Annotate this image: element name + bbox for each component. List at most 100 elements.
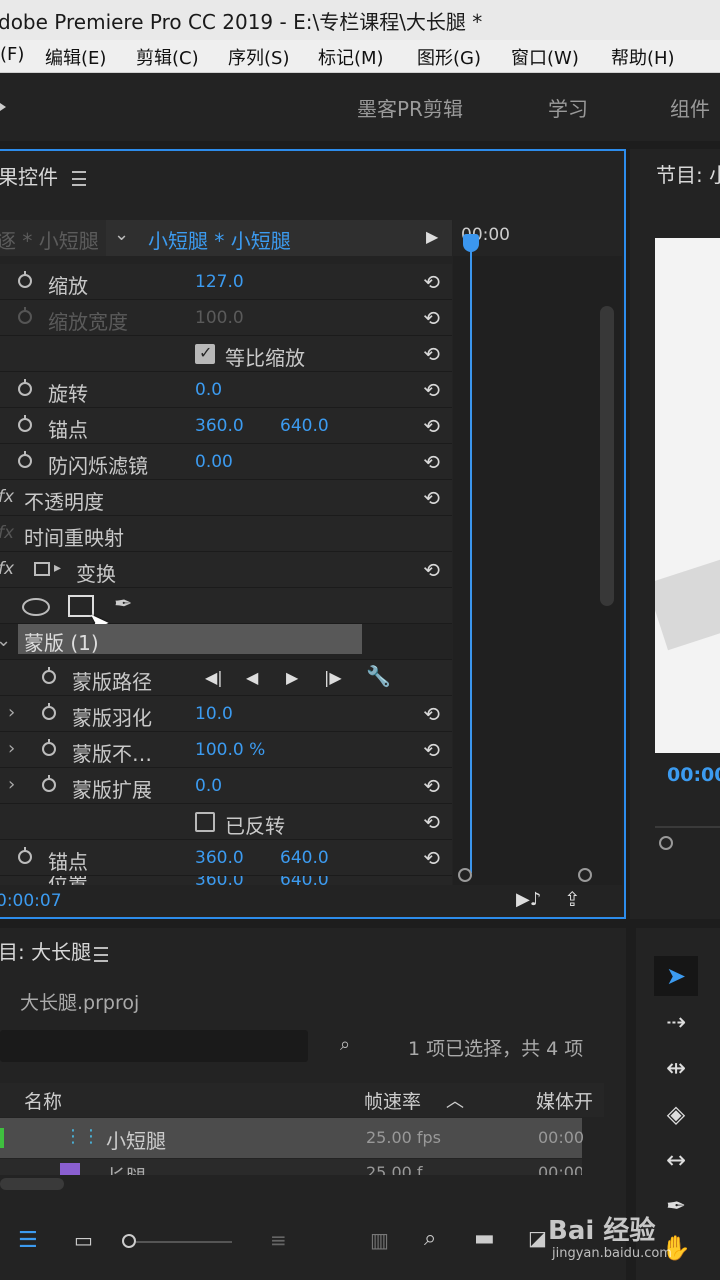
table-row[interactable]: 长腿 25.00 f 00:00 bbox=[0, 1159, 582, 1175]
chevron-down-icon[interactable]: ⌄ bbox=[0, 630, 11, 651]
vertical-scrollbar[interactable] bbox=[600, 306, 614, 606]
inverted-checkbox[interactable] bbox=[195, 812, 215, 832]
reset-icon[interactable]: ⟲ bbox=[423, 306, 440, 330]
column-media-start[interactable]: 媒体开 bbox=[536, 1087, 593, 1114]
icon-view-icon[interactable]: ▭ bbox=[74, 1228, 93, 1252]
rotation-value[interactable]: 0.0 bbox=[195, 380, 222, 400]
track-select-tool-icon[interactable]: ⇢ bbox=[654, 1002, 698, 1042]
sequence-clip-dropdown[interactable]: ⌄ 小短腿 * 小短腿 ▶ bbox=[106, 220, 452, 256]
reset-icon[interactable]: ⟲ bbox=[423, 342, 440, 366]
track-backward-icon[interactable]: ◀ bbox=[246, 668, 258, 687]
panel-menu-icon[interactable] bbox=[72, 171, 86, 186]
reset-icon[interactable]: ⟲ bbox=[423, 558, 440, 582]
stopwatch-icon[interactable] bbox=[18, 379, 32, 396]
antiflicker-value[interactable]: 0.00 bbox=[195, 452, 233, 472]
effect-row-opacity[interactable]: fx 不透明度 ⟲ bbox=[0, 480, 452, 516]
chevron-right-icon[interactable]: › bbox=[8, 738, 15, 759]
effect-row-transform[interactable]: fx ▸ 变换 ⟲ bbox=[0, 552, 452, 588]
anchor-y-value[interactable]: 640.0 bbox=[280, 416, 329, 436]
stopwatch-icon[interactable] bbox=[42, 667, 56, 684]
zoom-slider-handle[interactable] bbox=[122, 1234, 136, 1248]
stopwatch-icon[interactable] bbox=[42, 739, 56, 756]
reset-icon[interactable]: ⟲ bbox=[423, 414, 440, 438]
menu-marker[interactable]: 标记(M) bbox=[318, 44, 384, 70]
effect-row-time-remap[interactable]: fx 时间重映射 bbox=[0, 516, 452, 552]
selection-tool-icon[interactable]: ➤ bbox=[654, 956, 698, 996]
program-zoom-handle[interactable] bbox=[659, 836, 673, 850]
workspace-tab-moke[interactable]: 墨客PR剪辑 bbox=[357, 93, 463, 122]
playhead-line[interactable] bbox=[470, 239, 472, 873]
reset-icon[interactable]: ⟲ bbox=[423, 846, 440, 870]
new-item-icon[interactable]: ◪ bbox=[528, 1226, 547, 1250]
razor-tool-icon[interactable]: ◈ bbox=[654, 1094, 698, 1134]
reset-icon[interactable]: ⟲ bbox=[423, 486, 440, 510]
mask-feather-value[interactable]: 10.0 bbox=[195, 704, 233, 724]
transform-anchor-x-value[interactable]: 360.0 bbox=[195, 848, 244, 868]
column-frame-rate[interactable]: 帧速率 bbox=[364, 1087, 421, 1114]
sort-ascending-icon[interactable]: ︿ bbox=[446, 1087, 464, 1113]
workspace-tab-assembly[interactable]: 组件 bbox=[670, 93, 710, 122]
playhead-handle[interactable] bbox=[463, 234, 479, 252]
reset-icon[interactable]: ⟲ bbox=[423, 774, 440, 798]
source-clip-label[interactable]: 逐 * 小短腿 bbox=[0, 225, 99, 254]
reset-icon[interactable]: ⟲ bbox=[423, 738, 440, 762]
stopwatch-icon[interactable] bbox=[18, 847, 32, 864]
stopwatch-icon[interactable] bbox=[42, 703, 56, 720]
find-icon[interactable]: ⌕ bbox=[340, 1034, 350, 1055]
export-icon[interactable]: ⇪ bbox=[564, 887, 581, 911]
list-view-icon[interactable]: ☰ bbox=[18, 1228, 38, 1253]
mask-expansion-value[interactable]: 0.0 bbox=[195, 776, 222, 796]
current-timecode[interactable]: 0:00:07 bbox=[0, 891, 62, 911]
fx-icon[interactable]: fx bbox=[0, 487, 14, 507]
stopwatch-icon[interactable] bbox=[18, 451, 32, 468]
menu-help[interactable]: 帮助(H) bbox=[611, 44, 675, 70]
zoom-handle-left[interactable] bbox=[458, 868, 472, 882]
home-icon[interactable] bbox=[0, 99, 6, 115]
mask-opacity-value[interactable]: 100.0 % bbox=[195, 740, 265, 760]
search-icon[interactable]: ⌕ bbox=[424, 1226, 436, 1251]
track-forward-icon[interactable]: ▶ bbox=[286, 668, 298, 687]
zoom-handle-right[interactable] bbox=[578, 868, 592, 882]
transform-anchor-y-value[interactable]: 640.0 bbox=[280, 848, 329, 868]
workspace-tab-learn[interactable]: 学习 bbox=[548, 93, 588, 122]
anchor-x-value[interactable]: 360.0 bbox=[195, 416, 244, 436]
uniform-scale-checkbox[interactable] bbox=[195, 343, 215, 364]
play-audio-icon[interactable]: ▶♪ bbox=[516, 889, 541, 910]
track-forward-one-icon[interactable]: |▶ bbox=[324, 668, 342, 687]
reset-icon[interactable]: ⟲ bbox=[423, 378, 440, 402]
wrench-icon[interactable]: 🔧 bbox=[366, 664, 391, 688]
program-timecode[interactable]: 00:00 bbox=[667, 764, 720, 786]
stopwatch-icon[interactable] bbox=[42, 775, 56, 792]
new-bin-icon[interactable]: ▬ bbox=[474, 1226, 495, 1251]
menu-clip[interactable]: 剪辑(C) bbox=[136, 44, 199, 70]
play-only-clip-icon[interactable]: ▶ bbox=[426, 227, 438, 246]
table-row[interactable]: ⋮⋮ 小短腿 25.00 fps 00:00 bbox=[0, 1118, 584, 1158]
mask-row[interactable]: ⌄ 蒙版 (1) bbox=[0, 624, 452, 660]
stopwatch-icon[interactable] bbox=[18, 415, 32, 432]
zoom-slider-track[interactable] bbox=[136, 1241, 232, 1243]
ripple-edit-tool-icon[interactable]: ⇹ bbox=[654, 1048, 698, 1088]
pen-mask-icon[interactable]: ✒ bbox=[114, 592, 132, 617]
program-scrub-bar[interactable] bbox=[655, 826, 720, 828]
track-backward-one-icon[interactable]: ◀| bbox=[205, 668, 223, 687]
column-name[interactable]: 名称 bbox=[24, 1087, 62, 1114]
slip-tool-icon[interactable]: ↔ bbox=[654, 1140, 698, 1180]
scale-value[interactable]: 127.0 bbox=[195, 272, 244, 292]
horizontal-scrollbar[interactable] bbox=[0, 1178, 64, 1190]
sort-icons-icon[interactable]: ≡ bbox=[270, 1228, 287, 1252]
automate-to-sequence-icon[interactable]: ▥ bbox=[370, 1228, 389, 1252]
menu-file[interactable]: (F) bbox=[0, 44, 24, 65]
menu-sequence[interactable]: 序列(S) bbox=[228, 44, 289, 70]
panel-menu-icon[interactable] bbox=[94, 947, 108, 962]
menu-edit[interactable]: 编辑(E) bbox=[45, 44, 106, 70]
menu-window[interactable]: 窗口(W) bbox=[511, 44, 579, 70]
mask-name-highlight[interactable]: 蒙版 (1) bbox=[18, 624, 362, 655]
reset-icon[interactable]: ⟲ bbox=[423, 270, 440, 294]
menu-graphics[interactable]: 图形(G) bbox=[417, 44, 481, 70]
fx-icon[interactable]: fx bbox=[0, 559, 14, 579]
chevron-right-icon[interactable]: › bbox=[8, 774, 15, 795]
ellipse-mask-icon[interactable] bbox=[22, 598, 50, 616]
program-video-frame[interactable] bbox=[655, 238, 720, 753]
reset-icon[interactable]: ⟲ bbox=[423, 702, 440, 726]
effect-timeline-area[interactable] bbox=[453, 220, 622, 885]
